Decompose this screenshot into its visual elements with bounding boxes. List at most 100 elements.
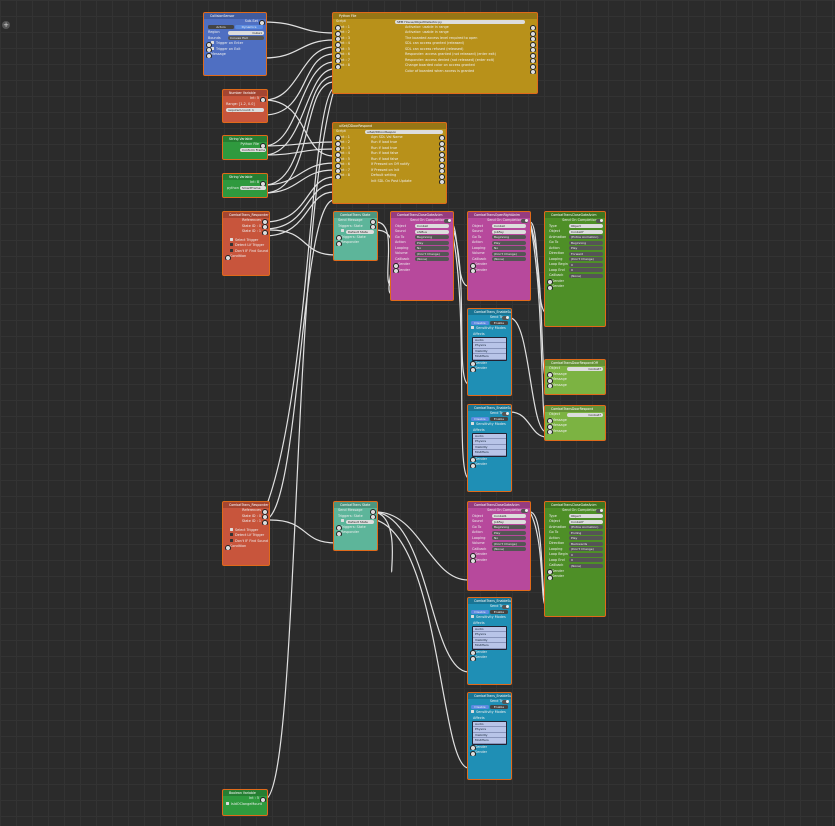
disable-button[interactable]: Disable (471, 610, 489, 615)
input-socket[interactable] (469, 366, 476, 372)
property-field[interactable]: (Don't Change) (569, 547, 603, 552)
sensitivity-checkbox[interactable] (471, 422, 474, 426)
enable-node-4[interactable]: CombatTrans_EnableSub Send To Disable Enabl… (467, 692, 512, 780)
affects-item[interactable]: Modifiers (473, 450, 506, 456)
checkbox[interactable] (230, 237, 233, 241)
property-field[interactable]: Beginning (492, 235, 526, 240)
python-file-node-2[interactable]: uiSet/DDoorRespond Script uiSet/DDoorResp… (332, 122, 447, 204)
dynamics-button[interactable]: Dynamics (235, 25, 263, 30)
script-field[interactable]: uiSet/DDoorRespon (365, 129, 443, 134)
message-node[interactable]: CombatTransDoorRespondOff Object Conbat7 Me… (544, 359, 606, 395)
anim-controller-node[interactable]: CombatTransCloseGateAnim Send On Completi… (544, 211, 606, 327)
sensitivity-checkbox[interactable] (471, 615, 474, 619)
affects-item[interactable]: Modifiers (473, 354, 506, 360)
add-node-icon[interactable]: + (2, 21, 10, 29)
send-toggle[interactable] (502, 411, 509, 416)
output-socket[interactable] (438, 179, 445, 184)
property-field[interactable]: Conbat1 (492, 514, 526, 519)
input-socket[interactable] (469, 655, 476, 661)
input-socket[interactable] (224, 254, 231, 260)
send-toggle[interactable] (502, 315, 509, 320)
property-field[interactable]: Play (415, 240, 449, 245)
affects-item[interactable]: Modifiers (473, 738, 506, 744)
sensitivity-checkbox[interactable] (471, 326, 474, 330)
property-field[interactable]: (Don't Change) (492, 541, 526, 546)
property-field[interactable]: Forward (569, 251, 603, 256)
property-field[interactable]: Backwards (569, 541, 603, 546)
default-state-field[interactable]: Default State (346, 519, 374, 524)
boolean-variable-node[interactable]: Boolean Variable Int : 5 IsIdOClangeMoun… (222, 789, 268, 816)
enable-button[interactable]: Enable (490, 610, 508, 615)
input-socket[interactable] (469, 268, 476, 273)
checkbox[interactable] (230, 538, 233, 542)
property-field[interactable]: 0 (569, 558, 603, 563)
property-field[interactable]: (Entire Animation) (569, 525, 603, 530)
checkbox[interactable] (230, 533, 233, 537)
affects-list[interactable]: Audio Physics Visibility Modifiers (472, 721, 507, 745)
completion-toggle[interactable] (596, 508, 603, 513)
responder-node-2[interactable]: CombatTrans_Responder References State I… (222, 501, 270, 566)
property-field[interactable]: Play (569, 536, 603, 541)
input-socket[interactable] (469, 462, 476, 468)
property-field[interactable]: Conbat (415, 224, 449, 229)
property-field[interactable]: Play (569, 246, 603, 251)
disable-button[interactable]: Disable (471, 417, 489, 422)
string-variable-node[interactable]: String Variable Python File Conform Fram… (222, 135, 268, 160)
enable-button[interactable]: Enable (490, 417, 508, 422)
string-variable-node-2[interactable]: String Variable Int: 8 python SmartFrame (222, 173, 268, 198)
property-field[interactable]: Conbat7 (569, 229, 603, 234)
value-field[interactable]: SmartFrame (240, 186, 266, 191)
property-field[interactable]: Object (569, 514, 603, 519)
property-field[interactable]: Play (492, 530, 526, 535)
property-field[interactable]: (None) (492, 257, 526, 262)
property-field[interactable]: JobFey (492, 229, 526, 234)
completion-toggle[interactable] (444, 218, 451, 223)
anim-controller-node-2[interactable]: CombatTransCloseGateAnim Send On Completi… (544, 501, 606, 617)
input-socket[interactable] (335, 530, 342, 536)
enable-node-3[interactable]: CombatTrans_EnableSub Send To Disable Enabl… (467, 597, 512, 685)
property-field[interactable]: (None) (569, 563, 603, 568)
property-field[interactable]: (None) (415, 257, 449, 262)
property-field[interactable]: Beginning (569, 240, 603, 245)
property-field[interactable]: 0 (569, 552, 603, 557)
enable-node[interactable]: CombatTrans_EnableSub Send To Disable Enabl… (467, 308, 512, 396)
affects-list[interactable]: Audio Physics Visibility Modifiers (472, 433, 507, 457)
output-socket[interactable] (529, 69, 536, 74)
input-socket[interactable] (335, 240, 342, 246)
default-state-field[interactable]: Default State (346, 229, 374, 234)
object-field[interactable]: Conbat7 (567, 412, 603, 417)
state-node-2[interactable]: CombatTrans State Send Message Triggers:… (333, 501, 378, 551)
input-socket[interactable] (546, 284, 553, 290)
actors-button[interactable]: Actors (208, 25, 234, 30)
checkbox[interactable] (230, 248, 233, 252)
completion-toggle[interactable] (521, 218, 528, 223)
send-toggle[interactable] (502, 604, 509, 609)
property-field[interactable]: Conbat7 (569, 519, 603, 524)
enable-button[interactable]: Enable (490, 321, 508, 326)
property-field[interactable]: JobFey (492, 519, 526, 524)
input-socket[interactable] (205, 52, 212, 58)
property-field[interactable]: Beginning (415, 235, 449, 240)
enable-node-2[interactable]: CombatTrans_EnableSub Send To Disable Enabl… (467, 404, 512, 492)
state-node[interactable]: CombatTrans State Send Message Triggers:… (333, 211, 378, 261)
sound-anim-node-2[interactable]: CombatTransOpenRightAnim Send On Completi… (467, 211, 531, 301)
sound-anim-node-3[interactable]: CombatTransCloseGateAnim Send On Completi… (467, 501, 531, 591)
number-variable-node[interactable]: Number Variable Int: 5 Range: [1-2, 0.0]… (222, 89, 268, 123)
object-field[interactable]: Conbat7 (567, 366, 603, 371)
send-toggle[interactable] (502, 699, 509, 704)
sensitivity-checkbox[interactable] (471, 710, 474, 714)
bounds-select[interactable]: Convex Hull (228, 36, 264, 41)
input-socket[interactable] (546, 429, 553, 434)
checkbox[interactable] (226, 801, 229, 805)
property-field[interactable]: (Don't Change) (415, 251, 449, 256)
input-socket[interactable] (546, 574, 553, 580)
property-field[interactable]: (Don't Change) (569, 257, 603, 262)
value-field[interactable]: Conform Frame (240, 148, 266, 153)
property-field[interactable]: (Don't Change) (492, 251, 526, 256)
input-socket[interactable] (392, 268, 399, 273)
property-field[interactable]: (None) (569, 273, 603, 278)
property-field[interactable]: (None) (492, 547, 526, 552)
region-field[interactable]: Cube1 (228, 30, 264, 35)
sound-anim-node[interactable]: CombatTransCloseGateAnim Send On Completi… (390, 211, 454, 301)
property-field[interactable]: No (492, 246, 526, 251)
